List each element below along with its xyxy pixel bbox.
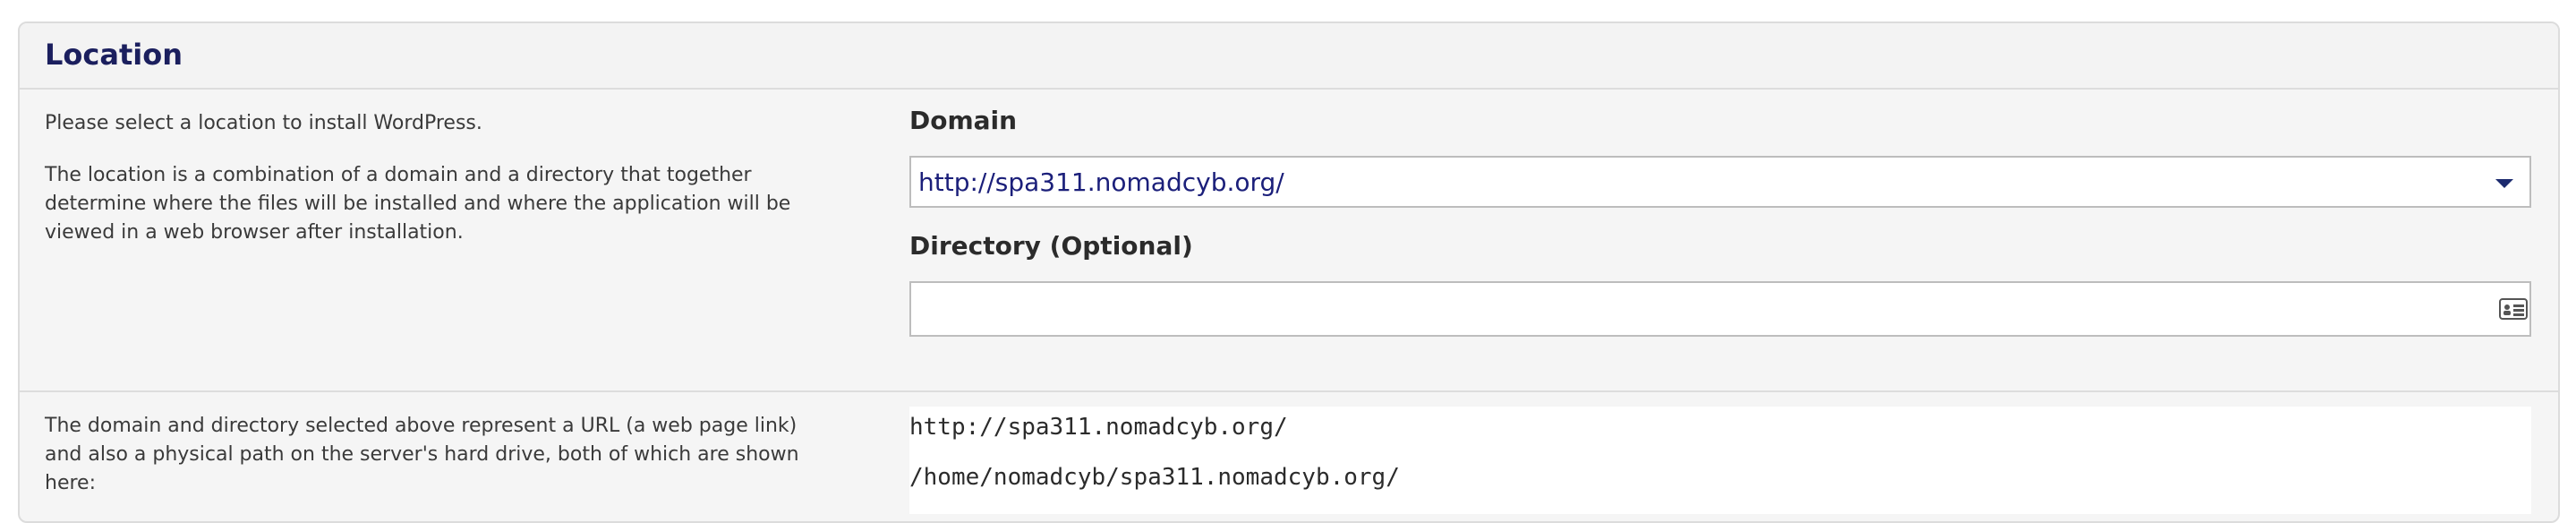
location-description-text: The location is a combination of a domai…: [45, 164, 791, 244]
directory-label: Directory (Optional): [909, 231, 1193, 261]
domain-label: Domain: [909, 106, 1018, 135]
location-intro-text: Please select a location to install Word…: [45, 112, 482, 134]
panel-title: Location: [45, 38, 183, 72]
directory-input[interactable]: [909, 281, 2531, 337]
contact-card-icon[interactable]: [2499, 298, 2528, 320]
domain-select[interactable]: http://spa311.nomadcyb.org/: [909, 156, 2531, 208]
chevron-down-icon[interactable]: [2495, 179, 2513, 188]
location-panel: Location Please select a location to ins…: [18, 21, 2560, 523]
location-section: Please select a location to install Word…: [20, 90, 2558, 392]
summary-section: The domain and directory selected above …: [20, 392, 2558, 521]
resolved-url: http://spa311.nomadcyb.org/: [909, 414, 1288, 441]
panel-header: Location: [20, 23, 2558, 90]
resolved-path: /home/nomadcyb/spa311.nomadcyb.org/: [909, 464, 1400, 491]
summary-description-text: The domain and directory selected above …: [45, 415, 799, 494]
domain-select-value: http://spa311.nomadcyb.org/: [918, 167, 1284, 197]
resolved-location-box: http://spa311.nomadcyb.org/ /home/nomadc…: [909, 407, 2531, 514]
